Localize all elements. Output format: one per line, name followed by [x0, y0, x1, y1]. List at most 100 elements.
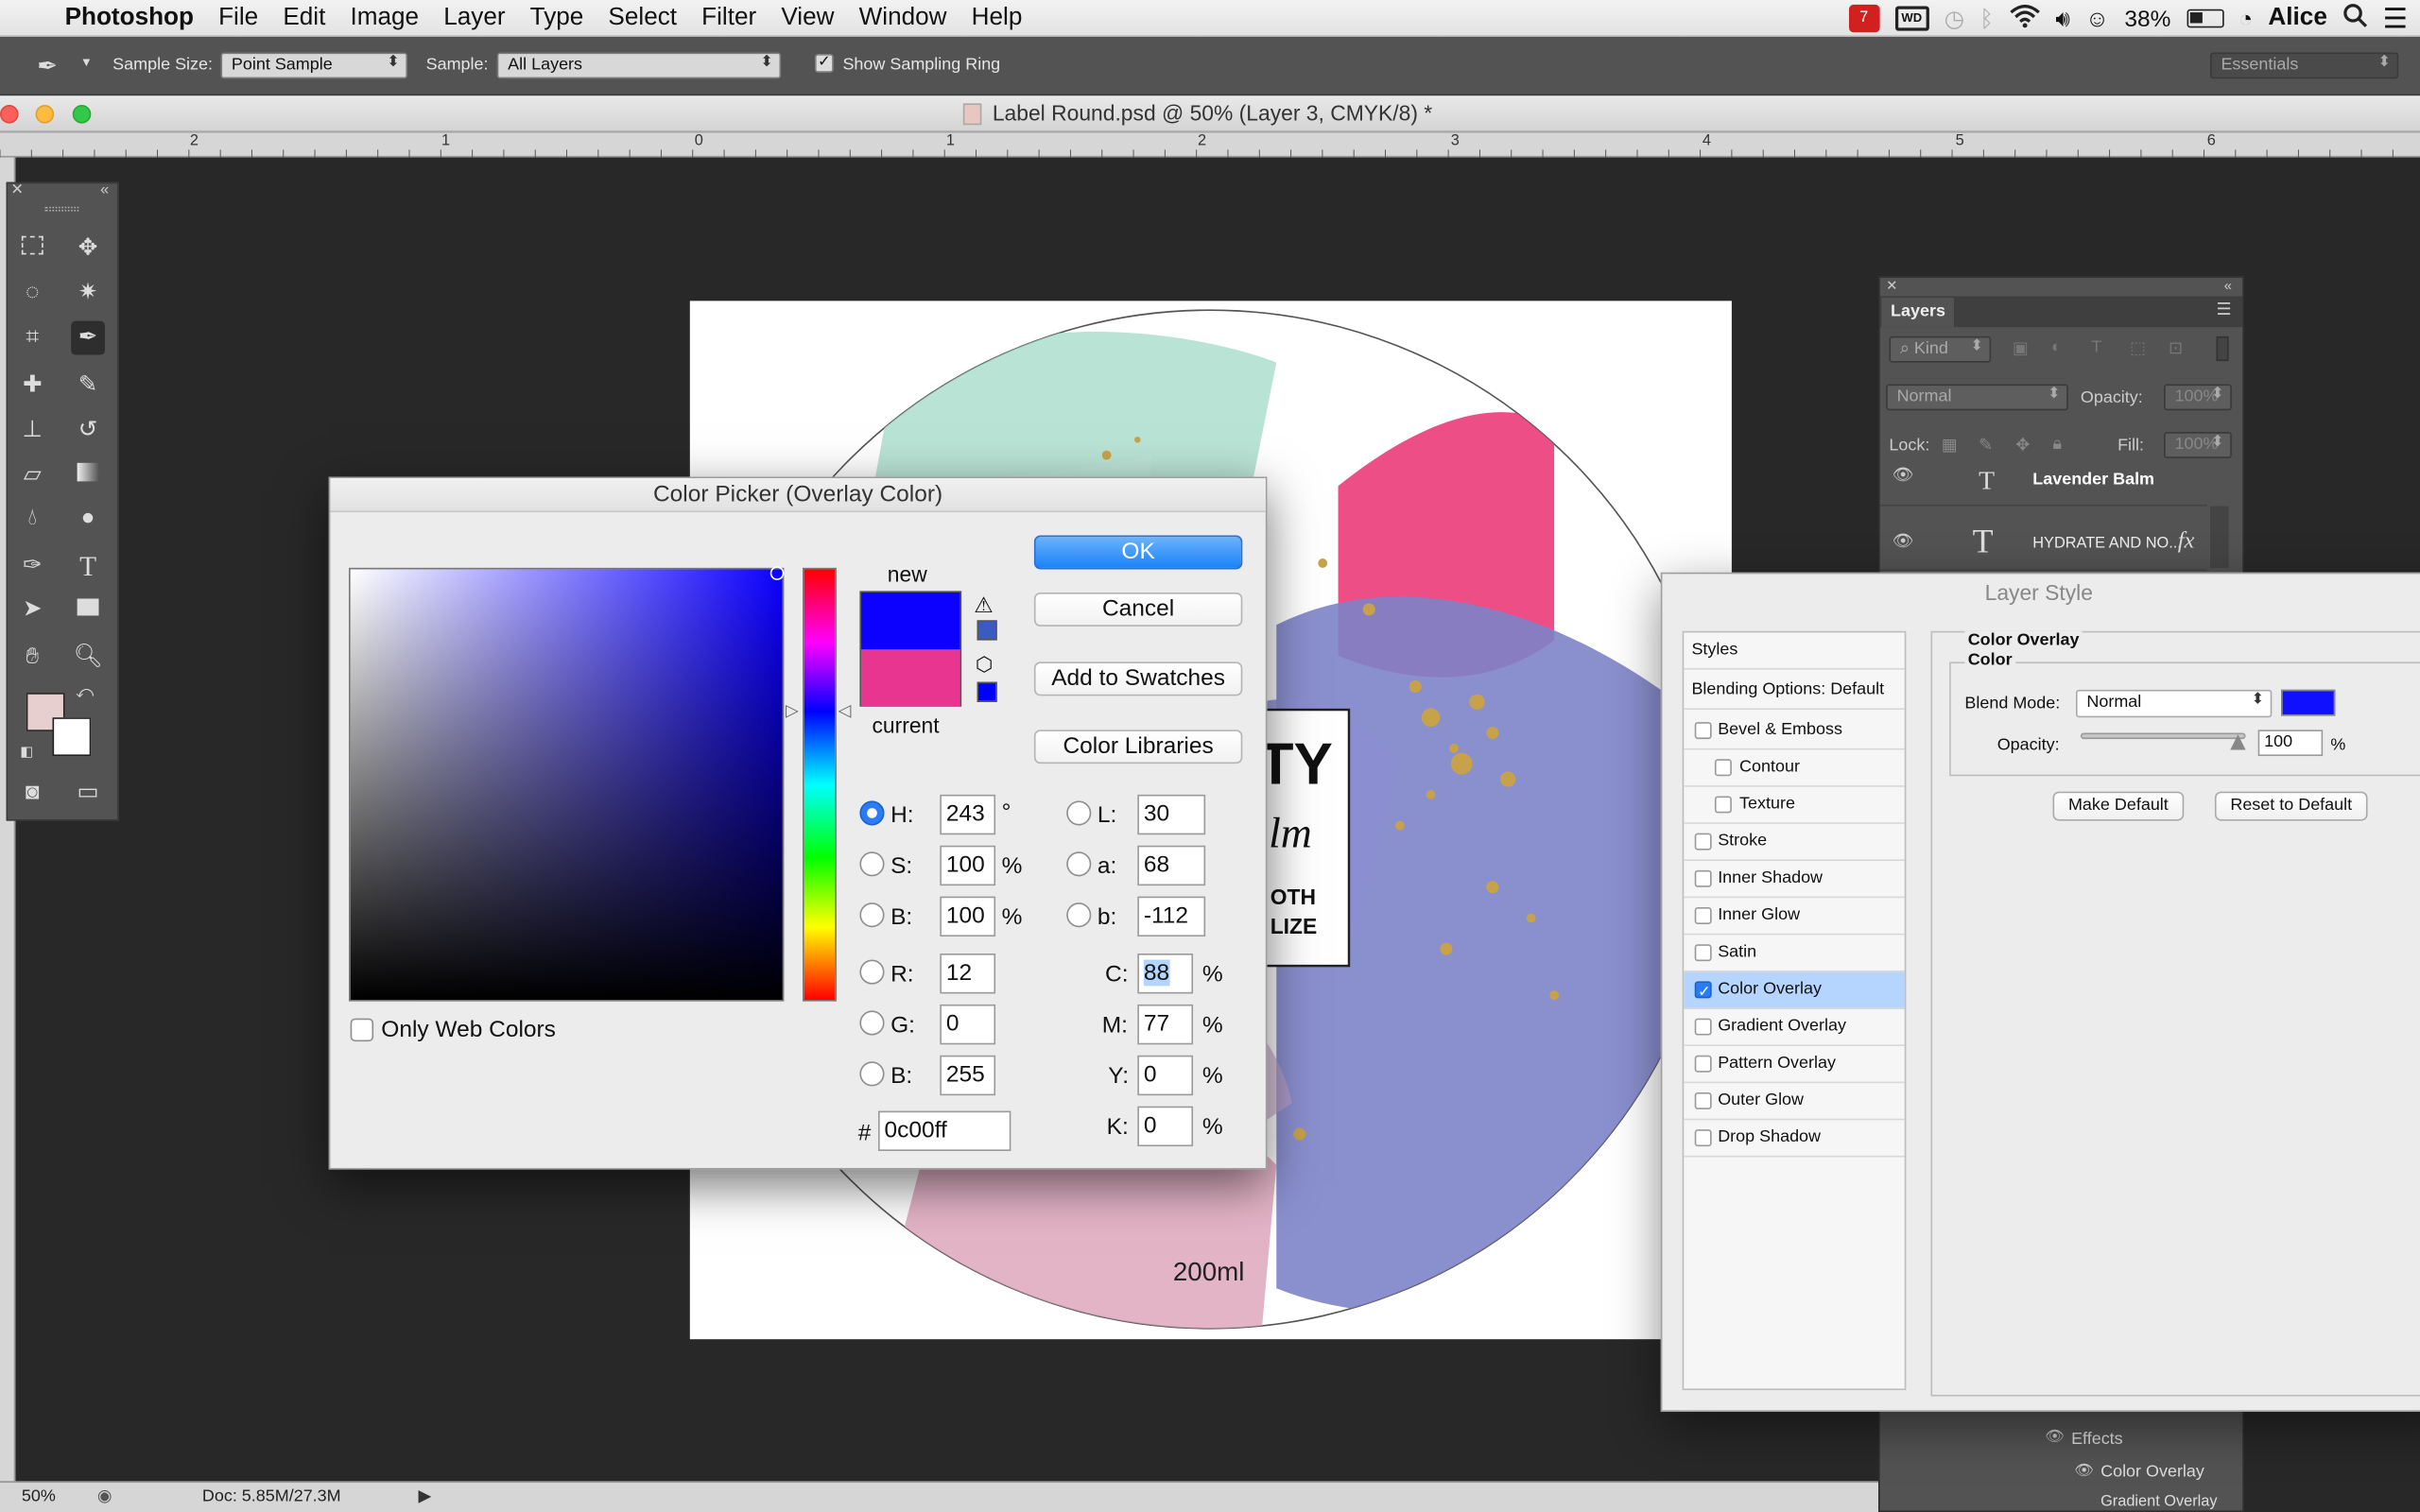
reset-default-button[interactable]: Reset to Default: [2214, 791, 2368, 821]
status-menu-arrow-icon[interactable]: ▶: [418, 1486, 431, 1506]
opacity-slider-track[interactable]: [2080, 732, 2246, 740]
style-checkbox[interactable]: [1694, 907, 1712, 924]
menu-edit[interactable]: Edit: [283, 4, 325, 31]
black-field[interactable]: 0: [1137, 1106, 1194, 1147]
color-libraries-button[interactable]: Color Libraries: [1033, 730, 1243, 765]
web-safe-cube-icon[interactable]: ⬡: [976, 653, 994, 678]
battery-percent[interactable]: 38%: [2124, 6, 2170, 32]
healing-brush-tool-icon[interactable]: ✚: [15, 369, 49, 403]
blue-field[interactable]: 255: [940, 1055, 996, 1096]
a-channel-radio[interactable]: [1066, 851, 1092, 877]
style-checkbox[interactable]: [1694, 944, 1712, 962]
opacity-field[interactable]: 100%: [2164, 384, 2232, 411]
current-color-swatch[interactable]: [861, 649, 960, 707]
menu-type[interactable]: Type: [530, 4, 584, 31]
red-field[interactable]: 12: [940, 954, 996, 994]
battery-icon[interactable]: [2186, 9, 2223, 28]
layer-row[interactable]: 👁︎ T HYDRATE AND NO... fx: [1879, 515, 2207, 572]
workspace-select[interactable]: Essentials: [2210, 52, 2399, 79]
cyan-field[interactable]: 88: [1137, 954, 1194, 994]
hue-slider-right-arrow[interactable]: ◁: [838, 700, 852, 721]
only-web-colors-label[interactable]: Only Web Colors: [381, 1017, 556, 1043]
effect-item[interactable]: Gradient Overlay: [2100, 1493, 2217, 1510]
screen-mode-icon[interactable]: ▭: [71, 776, 105, 810]
brush-tool-icon[interactable]: ✎: [71, 369, 105, 403]
layer-blend-mode-select[interactable]: Normal: [1886, 384, 2068, 411]
web-safe-swatch[interactable]: [977, 681, 997, 702]
style-item[interactable]: Texture: [1684, 787, 1905, 824]
hand-tool-icon[interactable]: ✋︎: [15, 641, 49, 675]
filter-pixel-icon[interactable]: ▣: [2013, 338, 2029, 358]
dodge-tool-icon[interactable]: ●: [71, 502, 105, 536]
close-window-button[interactable]: [0, 105, 19, 124]
menu-image[interactable]: Image: [350, 4, 419, 31]
filter-adjustment-icon[interactable]: ◐: [2051, 338, 2062, 357]
style-checkbox[interactable]: [1694, 833, 1712, 850]
share-icon[interactable]: ◉: [97, 1486, 112, 1506]
bluetooth-icon[interactable]: ᛒ: [1979, 6, 1994, 32]
notification-center-icon[interactable]: ☰: [2383, 2, 2408, 34]
swap-colors-icon[interactable]: ⤺: [76, 683, 94, 703]
magenta-field[interactable]: 77: [1137, 1004, 1194, 1045]
spotlight-icon[interactable]: [2342, 3, 2367, 34]
b-channel-radio[interactable]: [1066, 902, 1092, 928]
blur-tool-icon[interactable]: 💧︎: [15, 502, 49, 536]
red-radio[interactable]: [859, 959, 885, 985]
filter-kind-select[interactable]: ⌕ Kind: [1889, 335, 1992, 363]
panel-grip[interactable]: [44, 206, 79, 212]
close-panel-icon[interactable]: ✕: [10, 182, 24, 199]
filter-shape-icon[interactable]: ⬚: [2130, 338, 2146, 358]
a-channel-field[interactable]: 68: [1137, 845, 1206, 886]
menu-select[interactable]: Select: [608, 4, 677, 31]
clone-stamp-tool-icon[interactable]: ⊥: [15, 414, 49, 448]
quick-mask-icon[interactable]: ◙: [15, 776, 49, 810]
sample-select[interactable]: All Layers: [496, 52, 782, 79]
sample-size-select[interactable]: Point Sample: [220, 52, 408, 79]
wd-drive-icon[interactable]: WD: [1894, 6, 1929, 31]
zoom-tool-icon[interactable]: 🔍︎: [71, 641, 105, 675]
opacity-slider-thumb[interactable]: [2230, 734, 2246, 750]
brightness-field[interactable]: 100: [940, 896, 996, 937]
style-item[interactable]: Bevel & Emboss: [1684, 713, 1905, 750]
make-default-button[interactable]: Make Default: [2052, 791, 2185, 821]
menu-app-photoshop[interactable]: Photoshop: [65, 4, 194, 31]
style-checkbox[interactable]: [1694, 722, 1712, 740]
marquee-tool-icon[interactable]: [15, 232, 49, 266]
style-checkbox[interactable]: [1714, 759, 1732, 777]
style-checkbox[interactable]: [1694, 1129, 1712, 1147]
color-field-cursor[interactable]: [769, 566, 785, 580]
show-sampling-ring-checkbox[interactable]: ✓: [815, 54, 834, 73]
style-checkbox[interactable]: [1694, 1018, 1712, 1036]
brightness-radio[interactable]: [859, 902, 885, 928]
style-item[interactable]: Gradient Overlay: [1684, 1009, 1905, 1046]
type-tool-icon[interactable]: T: [71, 549, 105, 583]
style-item[interactable]: Stroke: [1684, 824, 1905, 862]
ok-button[interactable]: OK: [1033, 535, 1243, 570]
chevron-down-icon[interactable]: ▼: [80, 56, 93, 70]
menu-layer[interactable]: Layer: [443, 4, 505, 31]
clock-icon[interactable]: ◔: [2238, 6, 2253, 32]
crop-tool-icon[interactable]: ⌗: [15, 321, 49, 355]
eyedropper-tool-preset-icon[interactable]: ✒: [37, 51, 58, 82]
menu-file[interactable]: File: [218, 4, 258, 31]
zoom-level[interactable]: 50%: [22, 1487, 56, 1506]
menu-help[interactable]: Help: [972, 4, 1023, 31]
lock-position-icon[interactable]: ✥: [2015, 435, 2030, 455]
styles-header[interactable]: Styles: [1684, 632, 1905, 670]
user-status-icon[interactable]: ☺: [2085, 6, 2109, 32]
yellow-field[interactable]: 0: [1137, 1055, 1194, 1096]
style-item[interactable]: Inner Glow: [1684, 898, 1905, 936]
filter-smart-object-icon[interactable]: ⊡: [2169, 338, 2183, 358]
style-item[interactable]: Pattern Overlay: [1684, 1046, 1905, 1084]
style-checkbox[interactable]: [1714, 796, 1732, 814]
style-checkbox[interactable]: [1694, 1091, 1712, 1109]
effects-eye-icon[interactable]: 👁︎: [2045, 1429, 2065, 1446]
path-selection-tool-icon[interactable]: ➤: [15, 593, 49, 627]
tab-layers[interactable]: Layers: [1881, 298, 1955, 328]
lock-image-icon[interactable]: ✎: [1979, 435, 1993, 455]
warning-out-of-gamut-icon[interactable]: ⚠: [974, 593, 994, 619]
menu-window[interactable]: Window: [859, 4, 947, 31]
collapse-panel-icon[interactable]: «: [2224, 278, 2232, 293]
style-item[interactable]: Drop Shadow: [1684, 1120, 1905, 1158]
doc-size[interactable]: Doc: 5.85M/27.3M: [202, 1487, 341, 1506]
